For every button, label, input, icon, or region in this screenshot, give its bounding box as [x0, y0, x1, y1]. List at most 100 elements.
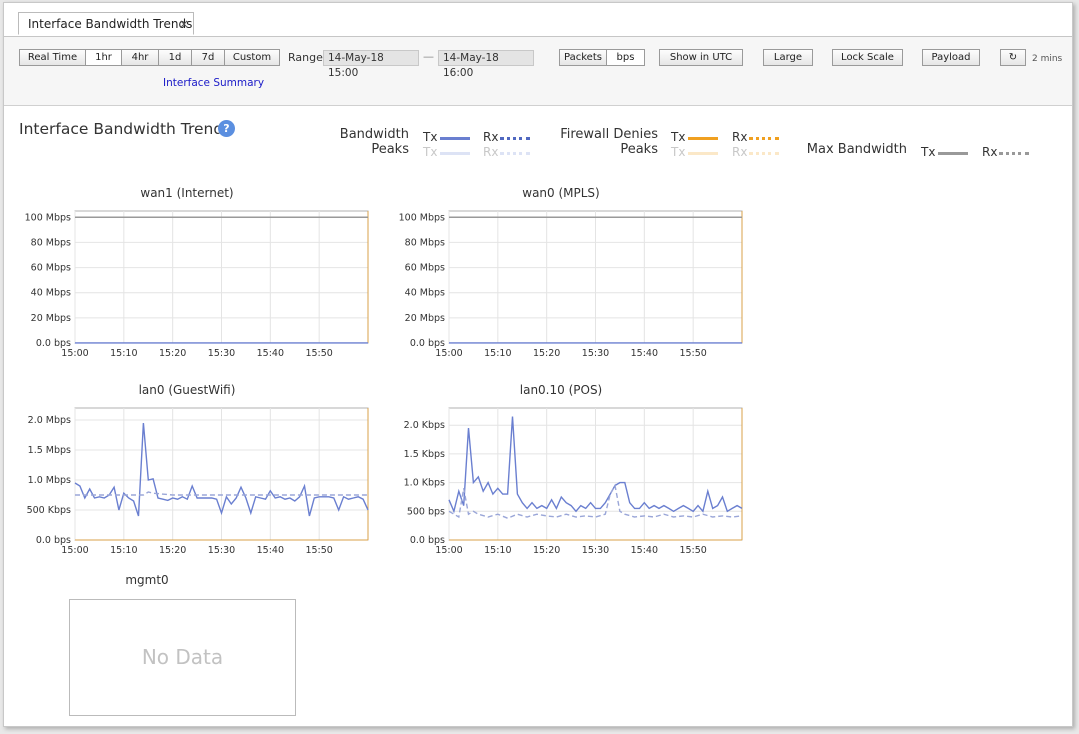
x-tick-label: 15:50	[305, 348, 332, 359]
legend-fw-rx-swatch	[749, 137, 779, 140]
x-tick-label: 15:40	[257, 348, 284, 359]
tab-interface-bandwidth-trends[interactable]: Interface Bandwidth Trends ×	[18, 12, 194, 35]
no-data-text: No Data	[141, 645, 224, 669]
y-tick-label: 500 bps	[407, 506, 445, 517]
y-tick-label: 0.0 bps	[410, 535, 445, 546]
x-tick-label: 15:50	[679, 348, 706, 359]
chart-title-lan0-10: lan0.10 (POS)	[519, 383, 603, 397]
chart-lan0: 15:00 15:10 15:20 15:30 15:40 15:50 2.0 Mbps 1.…	[27, 407, 369, 556]
range-end-field[interactable]: 14-May-18 16:00	[438, 50, 534, 79]
y-tick-label: 40 Mbps	[31, 288, 71, 299]
legend-peak-tx-swatch	[440, 152, 470, 155]
y-tick-label: 0.0 bps	[410, 338, 445, 349]
x-tick-label: 15:00	[435, 348, 462, 359]
legend-bw-tx: Tx	[423, 130, 438, 144]
legend-max-tx: Tx	[921, 145, 936, 159]
custom-button[interactable]: Custom	[224, 49, 280, 66]
help-icon[interactable]: ?	[218, 120, 235, 137]
1hr-button[interactable]: 1hr	[85, 49, 122, 66]
x-tick-label: 15:20	[159, 545, 186, 556]
y-tick-label: 500 Kbps	[27, 505, 71, 516]
page-title: Interface Bandwidth Trends	[19, 120, 232, 138]
interface-summary-link[interactable]: Interface Summary	[163, 77, 264, 89]
y-tick-label: 80 Mbps	[31, 237, 71, 248]
x-tick-label: 15:10	[110, 545, 137, 556]
x-tick-label: 15:30	[582, 348, 609, 359]
y-tick-label: 40 Mbps	[405, 288, 445, 299]
show-in-utc-button[interactable]: Show in UTC	[659, 49, 743, 66]
refresh-icon[interactable]: ↻	[1000, 49, 1026, 66]
y-tick-label: 1.0 Kbps	[404, 478, 445, 489]
legend-fw-tx: Tx	[671, 130, 686, 144]
legend-max-tx-swatch	[938, 152, 968, 155]
legend-bandwidth-label: Bandwidth	[339, 127, 409, 142]
legend-bw-rx-swatch	[500, 137, 530, 140]
x-tick-label: 15:10	[484, 348, 511, 359]
legend-fw-peak-rx-swatch	[749, 152, 779, 155]
range-label: Range	[288, 51, 323, 64]
legend-max-rx: Rx	[982, 145, 998, 159]
chart-title-wan1: wan1 (Internet)	[140, 186, 234, 200]
x-tick-label: 15:20	[533, 545, 560, 556]
legend-fw-peaks-label: Peaks	[620, 142, 658, 157]
chart-wan0: 15:00 15:10 15:20 15:30 15:40 15:50 100 Mbps 80…	[399, 210, 743, 359]
refresh-interval: 2 mins	[1032, 54, 1063, 64]
y-tick-label: 100 Mbps	[25, 212, 71, 223]
legend-bw-tx-swatch	[440, 137, 470, 140]
4hr-button[interactable]: 4hr	[121, 49, 159, 66]
x-tick-label: 15:40	[257, 545, 284, 556]
chart-lan0-10: 15:00 15:10 15:20 15:30 15:40 15:50 2.0 Kbps 1.…	[404, 407, 743, 556]
legend-max-bandwidth-label: Max Bandwidth	[806, 142, 907, 157]
legend-fw-peak-tx-swatch	[688, 152, 718, 155]
x-tick-label: 15:10	[110, 348, 137, 359]
y-tick-label: 2.0 Kbps	[404, 420, 445, 431]
chart-title-mgmt0: mgmt0	[125, 573, 169, 587]
tab-bar: Interface Bandwidth Trends ×	[4, 3, 1072, 37]
tab-label: Interface Bandwidth Trends	[28, 17, 193, 31]
legend-firewall-denies-label: Firewall Denies	[560, 127, 658, 142]
x-tick-label: 15:00	[61, 348, 88, 359]
y-tick-label: 1.5 Kbps	[404, 449, 445, 460]
x-tick-label: 15:00	[435, 545, 462, 556]
bps-button[interactable]: bps	[606, 49, 645, 66]
7d-button[interactable]: 7d	[191, 49, 225, 66]
y-tick-label: 1.5 Mbps	[28, 445, 71, 456]
range-start-field[interactable]: 14-May-18 15:00	[323, 50, 419, 79]
legend-fw-peak-rx: Rx	[732, 145, 748, 159]
y-tick-label: 1.0 Mbps	[28, 475, 71, 486]
y-tick-label: 20 Mbps	[405, 313, 445, 324]
legend-max-rx-swatch	[999, 152, 1029, 155]
legend-fw-rx: Rx	[732, 130, 748, 144]
x-tick-label: 15:40	[631, 545, 658, 556]
x-tick-label: 15:20	[159, 348, 186, 359]
x-tick-label: 15:30	[208, 545, 235, 556]
legend-peak-rx-swatch	[500, 152, 530, 155]
toolbar: Real Time 1hr 4hr 1d 7d Custom Range 14-…	[4, 37, 1072, 106]
x-tick-label: 15:50	[305, 545, 332, 556]
legend-fw-peak-tx: Tx	[671, 145, 686, 159]
real-time-button[interactable]: Real Time	[19, 49, 86, 66]
x-tick-label: 15:00	[61, 545, 88, 556]
legend-peaks-label: Peaks	[371, 142, 409, 157]
x-tick-label: 15:50	[679, 545, 706, 556]
y-tick-label: 100 Mbps	[399, 212, 445, 223]
y-tick-label: 20 Mbps	[31, 313, 71, 324]
no-data-panel: No Data	[69, 599, 296, 716]
lock-scale-button[interactable]: Lock Scale	[832, 49, 903, 66]
close-icon[interactable]: ×	[179, 13, 189, 35]
x-tick-label: 15:30	[208, 348, 235, 359]
packets-button[interactable]: Packets	[559, 49, 607, 66]
1d-button[interactable]: 1d	[158, 49, 192, 66]
legend-fw-tx-swatch	[688, 137, 718, 140]
app-window: Interface Bandwidth Trends × Real Time 1…	[3, 2, 1073, 727]
legend-peak-tx: Tx	[423, 145, 438, 159]
large-button[interactable]: Large	[763, 49, 813, 66]
y-tick-label: 0.0 bps	[36, 535, 71, 546]
chart-wan1: 15:00 15:10 15:20 15:30 15:40 15:50 100 Mbps 80…	[25, 210, 369, 359]
y-tick-label: 80 Mbps	[405, 237, 445, 248]
x-tick-label: 15:30	[582, 545, 609, 556]
x-tick-label: 15:10	[484, 545, 511, 556]
range-separator: —	[423, 50, 434, 63]
y-tick-label: 60 Mbps	[31, 263, 71, 274]
payload-button[interactable]: Payload	[922, 49, 980, 66]
